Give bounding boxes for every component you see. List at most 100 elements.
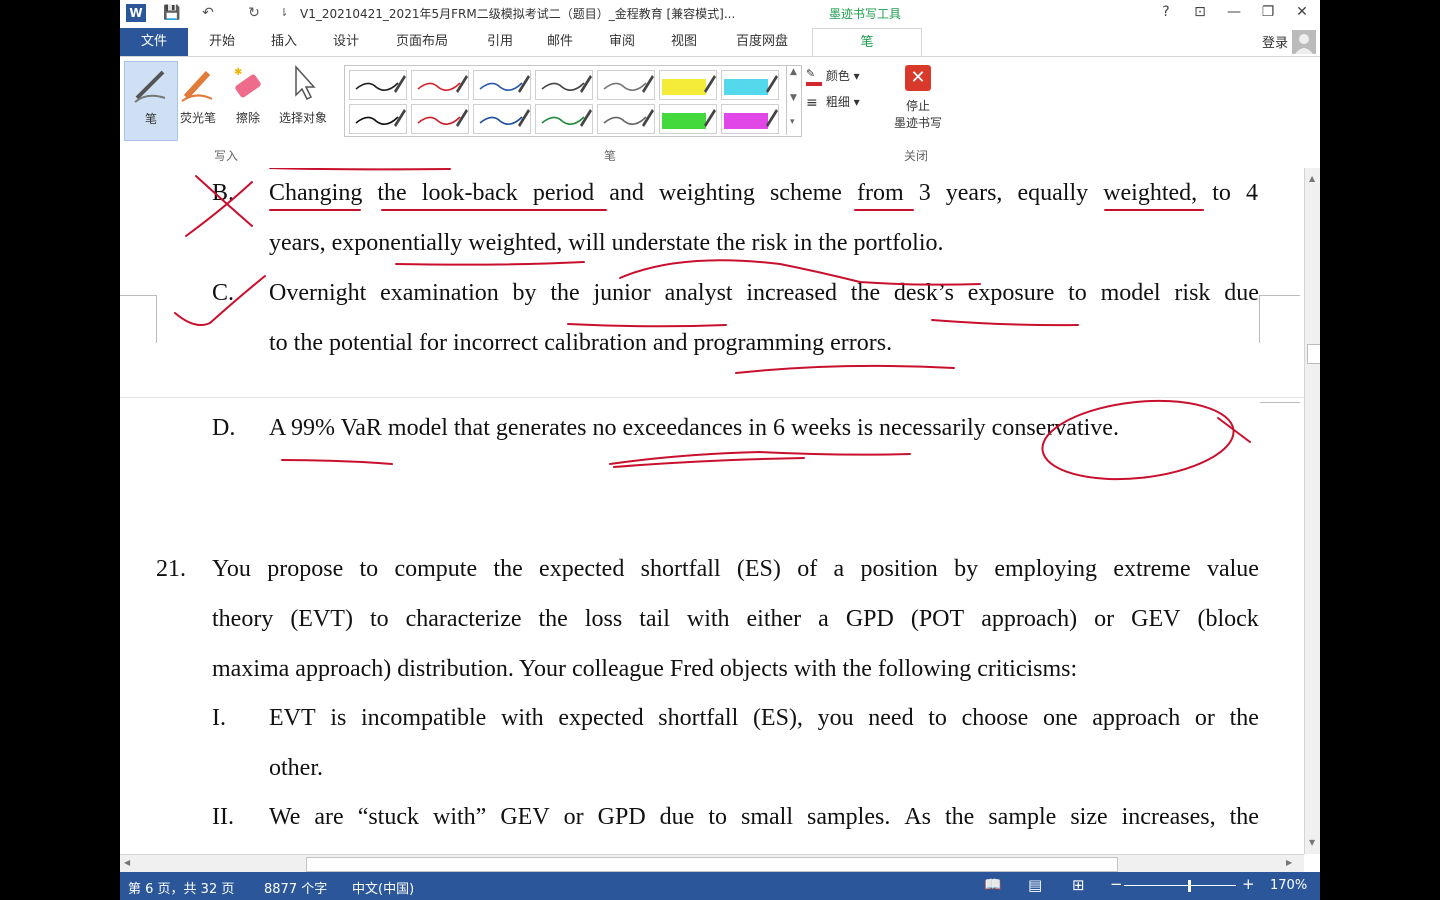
ribbon-display-button[interactable]: ⊡ xyxy=(1188,4,1212,22)
pen-stroke-icon xyxy=(479,109,530,127)
pen-style-swatch[interactable] xyxy=(473,70,531,100)
pen-tool-label: 笔 xyxy=(144,112,157,126)
ink-underline xyxy=(281,459,393,465)
print-layout-icon[interactable]: ▤ xyxy=(1028,876,1042,894)
user-icon xyxy=(1295,34,1313,54)
eraser-tool-label: 擦除 xyxy=(235,111,260,125)
pen-style-swatch[interactable] xyxy=(411,104,469,134)
ink-check-mark xyxy=(174,275,266,326)
pen-stroke-icon xyxy=(355,75,406,93)
gallery-scroll[interactable]: ▲ ▼ ▾ xyxy=(786,65,801,135)
pen-tool-button[interactable]: 笔 xyxy=(124,61,178,141)
vertical-scroll-thumb[interactable] xyxy=(1307,344,1320,364)
pen-style-swatch[interactable] xyxy=(473,104,531,134)
close-button[interactable]: ✕ xyxy=(1290,4,1314,22)
ink-circle xyxy=(1041,399,1235,481)
ink-cross-mark xyxy=(195,175,253,227)
gallery-up-icon[interactable]: ▲ xyxy=(790,67,797,77)
ink-cross-mark xyxy=(185,181,253,237)
zoom-in-button[interactable]: + xyxy=(1242,875,1255,893)
help-button[interactable]: ? xyxy=(1154,4,1178,22)
tab-pen[interactable]: 笔 xyxy=(812,28,922,57)
ink-annotations[interactable] xyxy=(120,168,1304,854)
select-object-button[interactable]: 选择对象 xyxy=(272,61,334,139)
pen-stroke-icon xyxy=(479,75,530,93)
tab-home[interactable]: 开始 xyxy=(196,28,248,56)
gallery-down-icon[interactable]: ▼ xyxy=(790,93,797,103)
document-title: V1_20210421_2021年5月FRM二级模拟考试二（题目）_金程教育 [… xyxy=(300,7,736,21)
horizontal-scroll-thumb[interactable] xyxy=(306,857,1118,872)
stop-label-2: 墨迹书写 xyxy=(893,116,942,130)
document-page[interactable]: B. Changing the look-back period and weightin… xyxy=(120,168,1304,854)
web-layout-icon[interactable]: ⊞ xyxy=(1072,876,1085,894)
save-icon[interactable]: 💾 xyxy=(162,4,182,22)
language-indicator[interactable]: 中文(中国) xyxy=(352,878,414,897)
word-count[interactable]: 8877 个字 xyxy=(264,878,327,897)
zoom-out-button[interactable]: − xyxy=(1110,875,1123,893)
word-app-icon[interactable]: W xyxy=(126,4,146,22)
close-group-label: 关闭 xyxy=(904,149,929,163)
ribbon-tabs: 文件 开始 插入 设计 页面布局 引用 邮件 审阅 视图 百度网盘 笔 xyxy=(120,28,1320,57)
vertical-scrollbar[interactable]: ▲ ▼ xyxy=(1304,168,1320,854)
ink-underline xyxy=(735,364,955,374)
pen-style-swatch[interactable] xyxy=(349,70,407,100)
tab-baidu-netdisk[interactable]: 百度网盘 xyxy=(722,28,802,56)
customize-toolbar-icon[interactable]: ⇂ xyxy=(274,4,294,22)
pen-style-swatch[interactable] xyxy=(535,70,593,100)
scroll-left-icon[interactable]: ◀ xyxy=(124,858,130,867)
page-count[interactable]: 第 6 页，共 32 页 xyxy=(128,878,234,897)
pen-style-swatch[interactable] xyxy=(721,70,779,100)
pen-style-swatch[interactable] xyxy=(721,104,779,134)
color-button[interactable]: ✎ 颜色 ▾ xyxy=(806,65,876,87)
thickness-label: 粗细 xyxy=(825,95,850,109)
eraser-icon: ✱ xyxy=(234,67,261,98)
tab-insert[interactable]: 插入 xyxy=(258,28,310,56)
avatar[interactable] xyxy=(1292,30,1316,54)
eraser-tool-button[interactable]: ✱ 擦除 xyxy=(222,61,274,139)
pen-group-label: 笔 xyxy=(604,149,617,163)
pen-style-swatch[interactable] xyxy=(659,104,717,134)
pen-stroke-icon xyxy=(417,75,468,93)
pen-style-swatch[interactable] xyxy=(535,104,593,134)
scroll-down-icon[interactable]: ▼ xyxy=(1309,838,1315,847)
ink-underline xyxy=(567,323,727,328)
tab-design[interactable]: 设计 xyxy=(320,28,372,56)
read-mode-icon[interactable]: 📖 xyxy=(984,877,1001,893)
pen-style-swatch[interactable] xyxy=(659,70,717,100)
thickness-button[interactable]: ≡ 粗细 ▾ xyxy=(806,91,876,113)
tab-review[interactable]: 审阅 xyxy=(596,28,648,56)
ribbon: 笔 荧光笔 ✱ 擦除 选择对象 写入 ▲ ▼ ▾ 笔 ✎ 颜色 ▾ ≡ 粗细 ▾… xyxy=(120,56,1320,222)
restore-button[interactable]: ❐ xyxy=(1256,4,1280,22)
pen-stroke-icon xyxy=(662,75,716,95)
tab-page-layout[interactable]: 页面布局 xyxy=(386,28,458,56)
highlighter-tool-label: 荧光笔 xyxy=(179,111,216,125)
zoom-level[interactable]: 170% xyxy=(1270,878,1307,893)
pen-style-swatch[interactable] xyxy=(597,70,655,100)
ink-stroke xyxy=(619,259,981,286)
scroll-right-icon[interactable]: ▶ xyxy=(1286,858,1292,867)
login-link[interactable]: 登录 xyxy=(1262,32,1288,51)
ink-underline xyxy=(609,450,911,465)
minimize-button[interactable]: — xyxy=(1222,4,1246,22)
zoom-slider-thumb[interactable] xyxy=(1188,880,1191,892)
pen-style-swatch[interactable] xyxy=(411,70,469,100)
zoom-slider[interactable] xyxy=(1124,885,1236,886)
tab-mailings[interactable]: 邮件 xyxy=(534,28,586,56)
gallery-more-icon[interactable]: ▾ xyxy=(790,117,795,127)
tab-file[interactable]: 文件 xyxy=(120,28,188,56)
select-object-label: 选择对象 xyxy=(278,111,327,125)
ink-tools-contextual-tab: 墨迹书写工具 xyxy=(810,0,920,30)
pen-stroke-icon xyxy=(541,75,592,93)
horizontal-scrollbar[interactable]: ◀ ▶ xyxy=(120,854,1304,873)
redo-icon[interactable]: ↻ xyxy=(244,4,264,22)
tab-references[interactable]: 引用 xyxy=(474,28,526,56)
scroll-up-icon[interactable]: ▲ xyxy=(1309,174,1315,183)
pen-style-swatch[interactable] xyxy=(349,104,407,134)
highlighter-tool-button[interactable]: 荧光笔 xyxy=(172,61,224,139)
undo-icon[interactable]: ↶ xyxy=(198,4,218,22)
pen-stroke-icon xyxy=(724,75,778,95)
stop-inking-button[interactable]: ✕ 停止 墨迹书写 xyxy=(886,65,950,145)
title-bar: W 💾 ↶ ↻ ⇂ V1_20210421_2021年5月FRM二级模拟考试二（… xyxy=(120,0,1320,30)
pen-style-swatch[interactable] xyxy=(597,104,655,134)
tab-view[interactable]: 视图 xyxy=(658,28,710,56)
